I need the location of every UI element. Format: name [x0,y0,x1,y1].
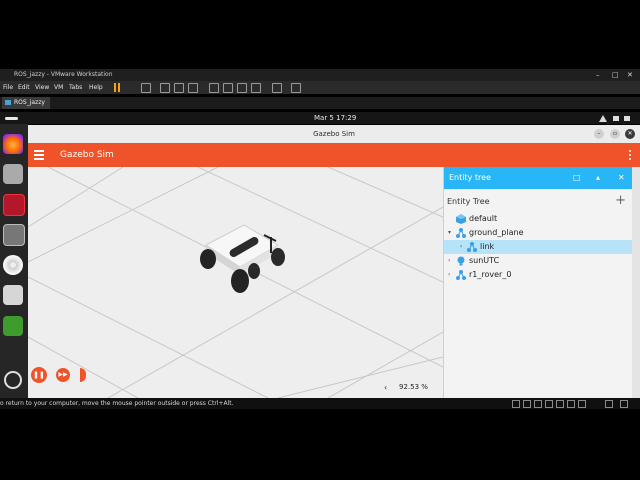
tree-item-label: ground_plane [469,228,524,237]
system-tray-icon[interactable] [598,114,632,123]
model-icon [456,214,466,224]
printer-icon[interactable] [567,400,575,408]
thumbnail-icon[interactable] [223,83,233,93]
hdd-icon[interactable] [512,400,520,408]
real-time-factor-expand-icon[interactable]: ‹ [384,383,387,392]
add-entity-icon[interactable]: + [615,193,626,208]
maximize-icon[interactable]: □ [612,69,619,81]
sound-icon[interactable] [556,400,564,408]
tab-ros-jazzy-label: ROS_jazzy [14,99,45,106]
full-screen-icon[interactable] [237,83,247,93]
status-hint: o return to your computer, move the mous… [0,400,234,407]
panel-collapse-icon[interactable]: ▴ [596,167,600,189]
panel-close-icon[interactable]: ✕ [618,167,625,189]
disc-icon[interactable] [3,255,23,275]
model-tree-icon [456,270,466,280]
tree-item-ground-plane[interactable]: ▾ ground_plane [444,226,633,240]
gazebo-close-icon[interactable]: ✕ [625,129,635,139]
vmware-menu-bar: File Edit View VM Tabs Help [0,81,640,94]
pause-vm-icon[interactable] [114,83,121,92]
firefox-icon[interactable] [3,134,23,154]
tree-item-label: link [480,242,495,251]
ubuntu-top-bar: Mar 5 17:29 [0,112,640,124]
entity-tree-header-title: Entity tree [449,173,491,182]
screen: ROS_jazzy - VMware Workstation – □ ✕ Fil… [0,0,640,480]
close-icon[interactable]: ✕ [627,69,633,81]
usb-icon[interactable] [545,400,553,408]
library-icon[interactable] [209,83,219,93]
snapshot-manager-icon[interactable] [188,83,198,93]
tree-item-label: sunUTC [469,256,500,265]
network-icon[interactable] [534,400,542,408]
trash-icon[interactable] [3,316,23,336]
vmware-tab-strip: ROS_jazzy [0,97,640,109]
light-icon [456,256,466,266]
overflow-menu-icon[interactable] [629,150,631,160]
entity-tree-panel: Entity tree □ ▴ ✕ Entity Tree + default … [443,167,633,398]
ubuntu-dock [0,124,28,398]
tree-item-label: default [469,214,498,223]
drive-icon[interactable] [3,285,23,305]
link-icon [467,242,477,252]
gazebo-minimize-icon[interactable]: – [594,129,604,139]
revert-snapshot-icon[interactable] [174,83,184,93]
menu-file[interactable]: File [3,81,13,94]
show-apps-icon[interactable] [4,371,22,389]
menu-help[interactable]: Help [89,81,103,94]
vmware-title-bar: ROS_jazzy - VMware Workstation – □ ✕ [0,69,640,81]
menu-view[interactable]: View [35,81,49,94]
files-icon[interactable] [3,164,23,184]
console-view-icon[interactable] [272,83,282,93]
menu-vm[interactable]: VM [54,81,63,94]
tree-item-label: r1_rover_0 [469,270,512,279]
stretch-guest-icon[interactable] [291,83,301,93]
rover-model[interactable] [192,223,290,301]
vmware-window-title: ROS_jazzy - VMware Workstation [14,71,113,78]
tree-item-default[interactable]: default [444,212,633,226]
hamburger-menu-icon[interactable] [34,150,44,160]
step-forward-button[interactable]: ▶▶ [56,368,70,382]
message-icon[interactable] [605,400,613,408]
tree-item-link[interactable]: › link [444,240,633,254]
scene-3d-viewport[interactable]: ❚❚ ▶▶ ‹ 92.53 % [28,167,443,398]
display-icon[interactable] [578,400,586,408]
cd-icon[interactable] [523,400,531,408]
menu-tabs[interactable]: Tabs [69,81,82,94]
model-tree-icon [456,228,466,238]
activities-button[interactable] [5,117,18,120]
app-center-icon[interactable] [3,194,25,216]
app-title: Gazebo Sim [60,150,114,160]
gazebo-window-title: Gazebo Sim [313,130,355,138]
tree-item-sun-utc[interactable]: › sunUTC [444,254,633,268]
gazebo-maximize-icon[interactable]: ▫ [610,129,620,139]
snapshot-icon[interactable] [160,83,170,93]
entity-tree-header: Entity tree □ ▴ ✕ [444,167,633,189]
right-panel-scrollbar[interactable] [632,167,640,398]
gazebo-app-bar: Gazebo Sim [28,143,640,167]
entity-tree-subtitle: Entity Tree [447,197,490,206]
clock[interactable]: Mar 5 17:29 [314,112,356,124]
pause-simulation-button[interactable]: ❚❚ [31,367,47,383]
panel-float-icon[interactable]: □ [573,167,581,189]
fullscreen-toggle-icon[interactable] [620,400,628,408]
tree-item-r1-rover-0[interactable]: › r1_rover_0 [444,268,633,282]
expand-arrow-icon[interactable]: › [448,268,450,282]
send-ctrl-alt-del-icon[interactable] [141,83,151,93]
gazebo-window-titlebar: Gazebo Sim – ▫ ✕ [28,125,640,143]
vmware-status-bar: o return to your computer, move the mous… [0,398,640,409]
menu-edit[interactable]: Edit [18,81,30,94]
expand-arrow-icon[interactable]: › [460,240,462,254]
real-time-factor: 92.53 % [399,383,428,391]
expand-arrow-icon[interactable]: ▾ [448,226,451,240]
settings-icon[interactable] [3,224,25,246]
minimize-icon[interactable]: – [596,69,600,81]
expand-arrow-icon[interactable]: › [448,254,450,268]
unity-icon[interactable] [251,83,261,93]
tab-ros-jazzy[interactable]: ROS_jazzy [2,97,50,109]
